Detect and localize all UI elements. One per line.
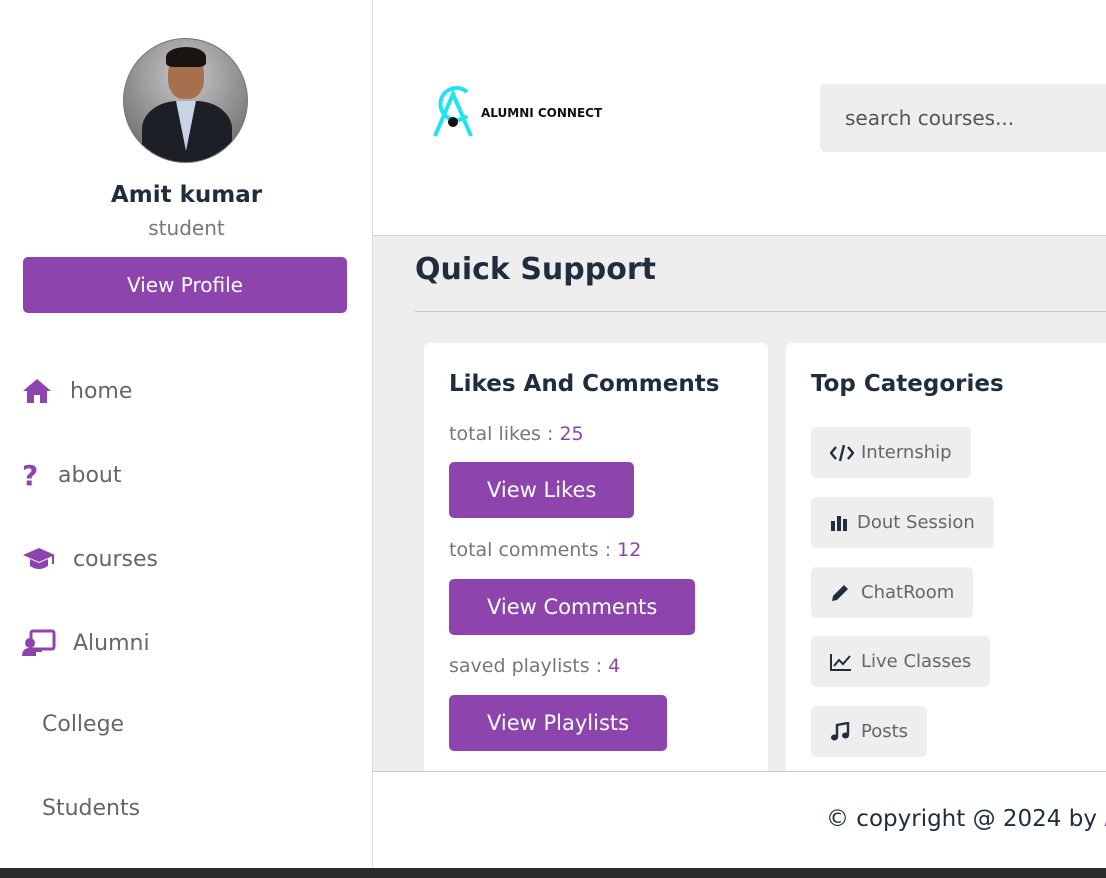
footer-copyright-text: © copyright @ 2024 by	[826, 806, 1105, 832]
title-divider	[415, 311, 1106, 312]
total-likes-label: total likes :	[449, 423, 560, 445]
saved-playlists-label: saved playlists :	[449, 655, 609, 677]
view-profile-button[interactable]: View Profile	[23, 257, 347, 313]
sidebar: Amit kumar student View Profile home ? a…	[0, 0, 373, 868]
bar-chart-icon	[830, 515, 850, 531]
music-icon	[830, 721, 854, 742]
taskbar	[0, 868, 1106, 878]
search-input[interactable]	[820, 84, 1106, 152]
logo[interactable]: ALUMNI CONNECT	[431, 80, 602, 138]
nav-item-alumni[interactable]: Alumni	[22, 628, 150, 658]
question-icon: ?	[22, 458, 39, 492]
categories-card-title: Top Categories	[811, 371, 1004, 397]
category-posts[interactable]: Posts	[811, 706, 928, 757]
footer: © copyright @ 2024 by A	[373, 771, 1106, 868]
saved-playlists-value: 4	[608, 655, 621, 677]
nav-item-alumni-label: Alumni	[73, 630, 150, 656]
chalkboard-teacher-icon	[22, 628, 57, 658]
total-comments-value: 12	[617, 539, 642, 561]
logo-text: ALUMNI CONNECT	[481, 106, 603, 120]
nav-item-about[interactable]: ? about	[22, 458, 122, 492]
nav-item-courses-label: courses	[73, 546, 159, 572]
likes-comments-card: Likes And Comments total likes : 25 View…	[424, 343, 768, 783]
total-comments-label: total comments :	[449, 539, 618, 561]
graduation-cap-icon	[22, 544, 57, 574]
user-role: student	[148, 216, 225, 240]
category-posts-label: Posts	[861, 721, 909, 742]
category-live-classes-label: Live Classes	[861, 651, 972, 672]
avatar-hair	[166, 47, 206, 67]
user-name: Amit kumar	[110, 182, 263, 208]
header: ALUMNI CONNECT	[373, 0, 1106, 236]
total-likes-stat: total likes : 25	[449, 423, 584, 445]
category-chatroom-label: ChatRoom	[861, 582, 955, 603]
total-comments-stat: total comments : 12	[449, 539, 641, 561]
nav-item-home[interactable]: home	[22, 376, 132, 406]
nav-item-about-label: about	[58, 462, 122, 488]
footer-copyright: © copyright @ 2024 by A	[826, 806, 1106, 832]
page-title: Quick Support	[415, 252, 656, 287]
total-likes-value: 25	[559, 423, 584, 445]
code-icon	[830, 444, 854, 462]
view-comments-button[interactable]: View Comments	[449, 579, 696, 635]
pencil-icon	[830, 583, 854, 603]
likes-card-title: Likes And Comments	[449, 371, 720, 397]
view-playlists-button[interactable]: View Playlists	[449, 695, 668, 751]
nav-item-students[interactable]: Students	[42, 796, 140, 821]
category-live-classes[interactable]: Live Classes	[811, 636, 991, 687]
logo-icon	[433, 86, 473, 137]
category-chatroom[interactable]: ChatRoom	[811, 567, 974, 618]
line-chart-icon	[830, 653, 854, 671]
view-likes-button[interactable]: View Likes	[449, 462, 635, 518]
home-icon	[22, 376, 54, 406]
nav-item-courses[interactable]: courses	[22, 544, 158, 574]
top-categories-card: Top Categories Internship Dout Session C…	[786, 343, 1106, 783]
category-internship[interactable]: Internship	[811, 427, 971, 478]
nav-item-home-label: home	[70, 378, 133, 404]
category-internship-label: Internship	[861, 442, 952, 463]
saved-playlists-stat: saved playlists : 4	[449, 655, 620, 677]
category-dout-session[interactable]: Dout Session	[811, 497, 994, 548]
nav-item-college[interactable]: College	[42, 712, 124, 737]
avatar	[123, 38, 248, 163]
category-dout-session-label: Dout Session	[857, 512, 975, 533]
